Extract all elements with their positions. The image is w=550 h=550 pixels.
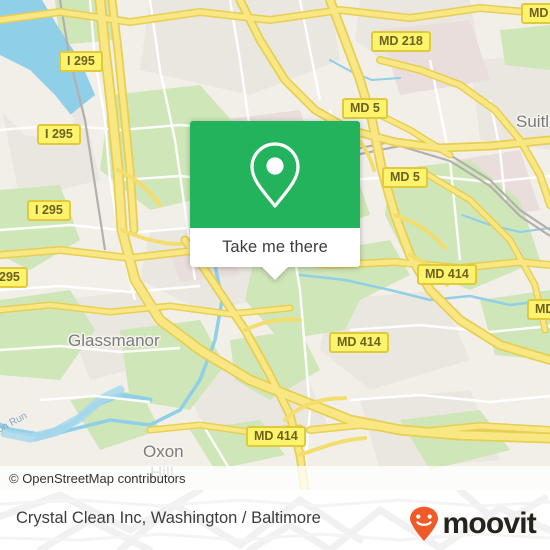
take-me-there-label: Take me there — [222, 238, 328, 256]
road-shield-i-295-1[interactable]: I 295 — [59, 51, 103, 72]
road-shield-md-414-2[interactable]: MD 414 — [329, 332, 389, 353]
location-title: Crystal Clean Inc, Washington / Baltimor… — [16, 509, 321, 527]
location-callout-card[interactable]: Take me there — [190, 121, 360, 280]
road-shield-md-218[interactable]: MD 218 — [371, 31, 431, 52]
road-shield-i-295-2[interactable]: I 295 — [37, 124, 81, 145]
map-pin-icon — [250, 141, 300, 208]
road-shield-md-414-1[interactable]: MD 414 — [417, 264, 477, 285]
map-attribution-bar: © OpenStreetMap contributors — [0, 466, 550, 490]
moovit-smiley-pin-icon — [410, 506, 439, 541]
callout-icon-area — [190, 121, 360, 228]
road-shield-md-5-1[interactable]: MD 5 — [342, 98, 388, 119]
road-shield-295[interactable]: 295 — [0, 267, 28, 288]
road-shield-md-414-3[interactable]: MD 414 — [246, 426, 306, 447]
road-shield-md-5-3[interactable]: MD 5 — [527, 299, 550, 320]
take-me-there-button[interactable]: Take me there — [190, 228, 360, 267]
moovit-logo[interactable]: moovit — [407, 506, 537, 542]
map-screenshot: Suitland Glassmanor Oxon Hill on Run MD … — [0, 0, 550, 550]
footer-bar: Crystal Clean Inc, Washington / Baltimor… — [0, 490, 550, 550]
callout-pointer — [262, 267, 288, 280]
road-shield-i-295-3[interactable]: I 295 — [27, 200, 71, 221]
road-shield-md-5-2[interactable]: MD 5 — [382, 167, 428, 188]
moovit-wordmark: moovit — [442, 507, 536, 540]
road-shield-md-4[interactable]: MD 4 — [521, 3, 550, 24]
attribution-text[interactable]: © OpenStreetMap contributors — [0, 471, 186, 486]
